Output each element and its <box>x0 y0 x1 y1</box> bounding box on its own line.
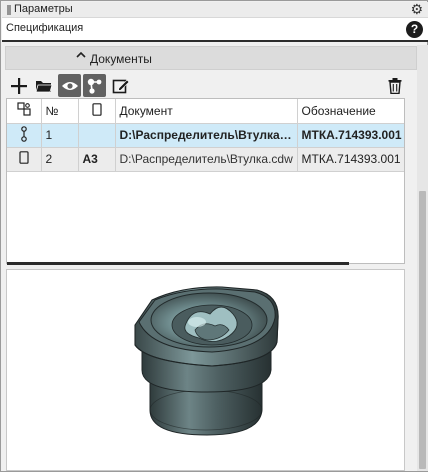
column-header-designation[interactable]: Обозначение <box>297 99 404 124</box>
table-row[interactable]: 2 A3 D:\Распределитель\Втулка.cdw МТКА.7… <box>7 147 404 172</box>
plus-icon[interactable] <box>7 74 30 97</box>
column-header-link[interactable] <box>7 99 42 124</box>
panel-titlebar[interactable]: Параметры ⚙ <box>2 1 428 18</box>
documents-table: № Документ Обозначение 1 D:\Распределите… <box>6 98 405 264</box>
documents-section-header[interactable]: Документы <box>5 46 417 70</box>
row-number: 1 <box>41 123 79 148</box>
row-document: D:\Распределитель\Втулка.cdw <box>115 147 298 172</box>
parameters-panel: Параметры ⚙ Спецификация ? Документы № Д… <box>0 0 428 472</box>
phone-icon <box>19 151 29 164</box>
table-row[interactable]: 1 D:\Распределитель\Втулка.m3d МТКА.7143… <box>7 123 404 148</box>
link-icon <box>17 102 31 116</box>
trash-icon[interactable] <box>383 74 406 97</box>
row-number: 2 <box>41 147 79 172</box>
subheader-label: Спецификация <box>6 22 84 34</box>
row-designation: МТКА.714393.001 <box>297 147 404 172</box>
column-header-number[interactable]: № <box>41 99 79 124</box>
help-icon[interactable]: ? <box>406 21 423 38</box>
column-header-format[interactable] <box>78 99 116 124</box>
bushing-3d-model-image <box>134 286 279 436</box>
horizontal-scrollbar[interactable] <box>7 262 349 265</box>
row-format: A3 <box>78 147 116 172</box>
gear-icon[interactable]: ⚙ <box>410 1 423 17</box>
documents-toolbar <box>5 73 415 99</box>
link-icon <box>20 125 27 142</box>
table-header-row: № Документ Обозначение <box>7 99 404 124</box>
vertical-scrollbar-thumb[interactable] <box>419 191 426 469</box>
column-header-document[interactable]: Документ <box>115 99 298 124</box>
folder-icon[interactable] <box>32 74 55 97</box>
row-document: D:\Распределитель\Втулка.m3d <box>115 123 298 148</box>
chevron-up-icon <box>76 51 86 58</box>
subheader: Спецификация ? <box>2 18 428 42</box>
phone-icon <box>91 102 102 116</box>
link-icon[interactable] <box>83 74 106 97</box>
row-designation: МТКА.714393.001 <box>297 123 404 148</box>
documents-section-label: Документы <box>90 52 152 66</box>
panel-title: Параметры <box>14 3 73 15</box>
row-format <box>78 123 116 148</box>
edit-icon[interactable] <box>109 74 132 97</box>
model-preview <box>6 269 405 471</box>
eye-icon[interactable] <box>58 74 81 97</box>
drag-grip-icon[interactable] <box>7 5 11 15</box>
